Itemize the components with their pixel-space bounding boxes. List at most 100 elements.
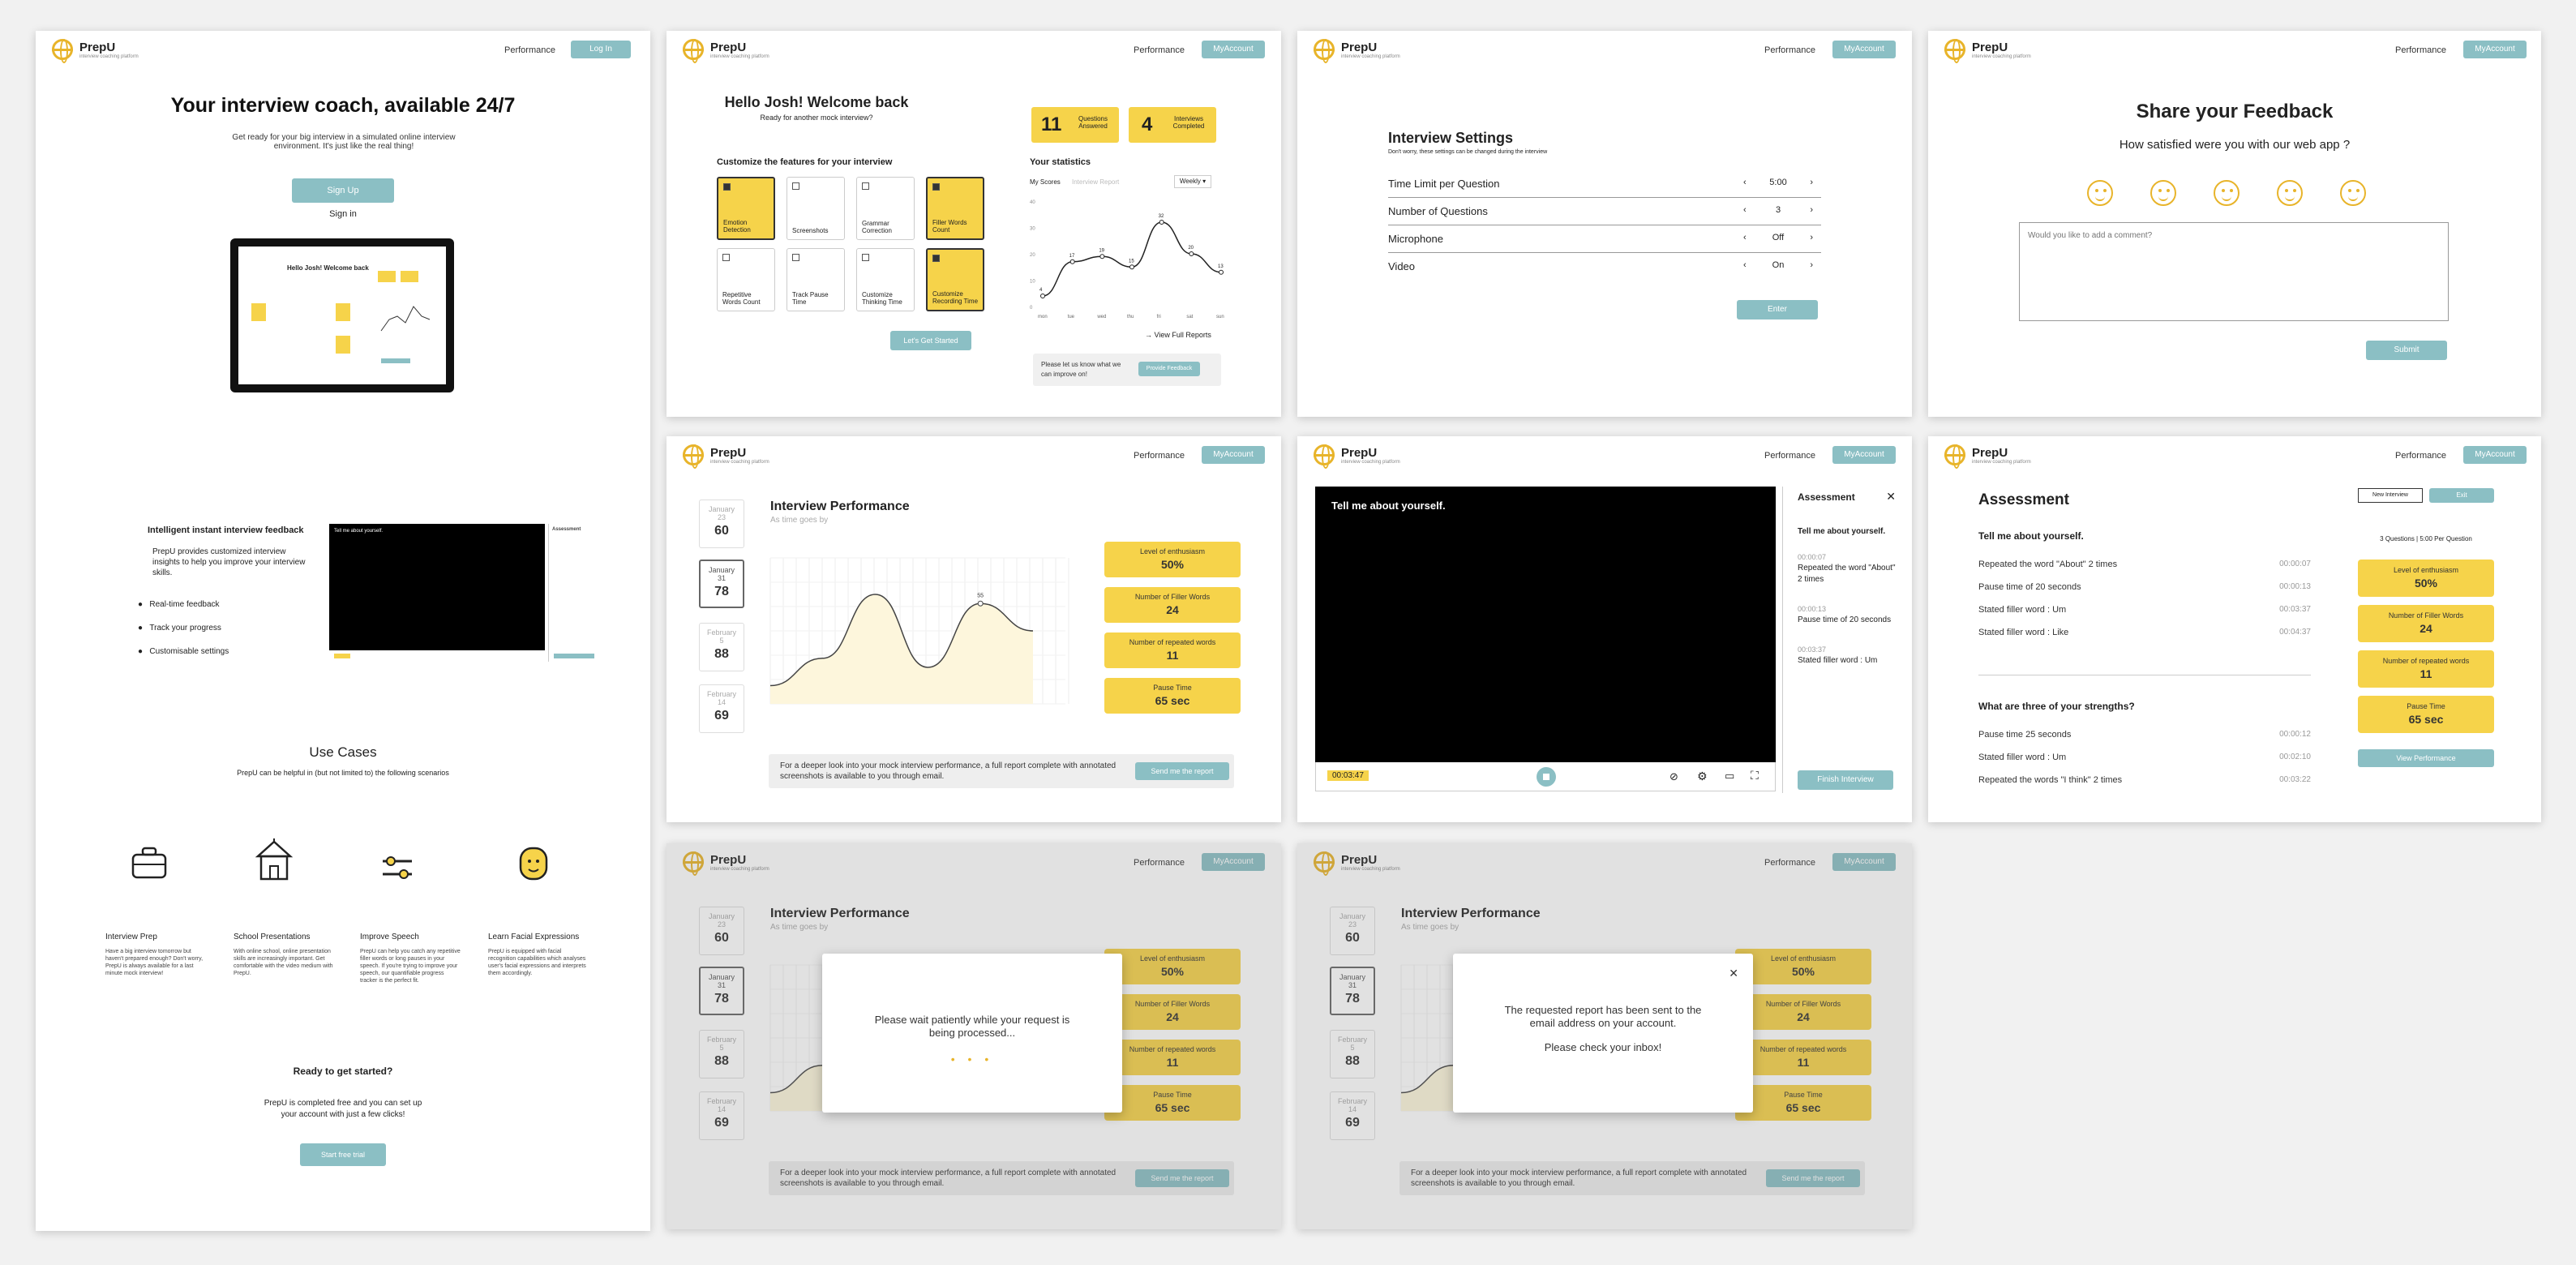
very-satisfied-icon[interactable] <box>2340 180 2366 206</box>
chevron-left-icon[interactable]: ‹ <box>1743 178 1747 187</box>
logo[interactable]: PrepU interview coaching platform <box>1314 39 1400 63</box>
nav-performance[interactable]: Performance <box>1134 858 1185 868</box>
feature-thinking[interactable]: Customize Thinking Time <box>856 248 915 311</box>
satisfied-icon[interactable] <box>2277 180 2303 206</box>
my-account-button[interactable]: MyAccount <box>2463 41 2527 58</box>
date-card[interactable]: February 14 69 <box>699 684 744 733</box>
date-card-selected[interactable]: January 31 78 <box>699 967 744 1015</box>
my-account-button[interactable]: MyAccount <box>2463 446 2527 464</box>
start-trial-button[interactable]: Start free trial <box>300 1143 386 1166</box>
feedback-button[interactable]: Provide Feedback <box>1138 362 1200 376</box>
checkbox[interactable] <box>792 182 799 190</box>
checkbox[interactable] <box>932 183 940 191</box>
nav-performance[interactable]: Performance <box>504 45 555 55</box>
chevron-right-icon[interactable]: › <box>1810 205 1813 215</box>
my-account-button[interactable]: MyAccount <box>1832 446 1896 464</box>
date-card-selected[interactable]: January 31 78 <box>1330 967 1375 1015</box>
date-card[interactable]: January 23 60 <box>699 500 744 548</box>
checkbox[interactable] <box>723 183 731 191</box>
dissatisfied-icon[interactable] <box>2150 180 2176 206</box>
logo[interactable]: PrepU interview coaching platform <box>1314 444 1400 469</box>
chevron-right-icon[interactable]: › <box>1810 260 1813 270</box>
date-card[interactable]: February 5 88 <box>699 623 744 671</box>
my-account-button[interactable]: MyAccount <box>1202 41 1265 58</box>
start-button[interactable]: Let's Get Started <box>890 331 971 350</box>
nav-performance[interactable]: Performance <box>1134 451 1185 461</box>
close-icon[interactable]: ✕ <box>1886 490 1896 504</box>
chevron-left-icon[interactable]: ‹ <box>1743 205 1747 215</box>
chevron-right-icon[interactable]: › <box>1810 233 1813 242</box>
signin-link[interactable]: Sign in <box>36 209 650 219</box>
send-report-button[interactable]: Send me the report <box>1135 1169 1229 1187</box>
brand-tagline: interview coaching platform <box>1341 866 1400 872</box>
nav-performance[interactable]: Performance <box>1764 451 1815 461</box>
very-dissatisfied-icon[interactable] <box>2087 180 2113 206</box>
logo[interactable]: PrepU interview coaching platform <box>683 39 769 63</box>
date-card[interactable]: February 5 88 <box>699 1030 744 1078</box>
my-account-button[interactable]: MyAccount <box>1202 853 1265 871</box>
feature-bullets: ● Real-time feedback ● Track your progre… <box>138 600 229 656</box>
date-card[interactable]: January 23 60 <box>699 907 744 955</box>
my-account-button[interactable]: MyAccount <box>1832 41 1896 58</box>
date-card[interactable]: February 14 69 <box>699 1091 744 1140</box>
report-note: For a deeper look into your mock intervi… <box>769 1161 1234 1195</box>
nav-performance[interactable]: Performance <box>1764 858 1815 868</box>
chevron-left-icon[interactable]: ‹ <box>1743 233 1747 242</box>
feature-screenshots[interactable]: Screenshots <box>787 177 845 240</box>
feature-emotion[interactable]: Emotion Detection <box>717 177 775 240</box>
feature-grammar[interactable]: Grammar Correction <box>856 177 915 240</box>
stop-record-button[interactable] <box>1537 767 1556 787</box>
new-interview-button[interactable]: New Interview <box>2358 488 2423 503</box>
feature-filler[interactable]: Filler Words Count <box>926 177 984 240</box>
chevron-right-icon[interactable]: › <box>1810 178 1813 187</box>
my-account-button[interactable]: MyAccount <box>1832 853 1896 871</box>
exit-button[interactable]: Exit <box>2429 488 2494 503</box>
logo[interactable]: PrepU interview coaching platform <box>52 39 139 63</box>
comment-textarea[interactable] <box>2019 222 2449 321</box>
nav-performance[interactable]: Performance <box>2395 451 2446 461</box>
logo[interactable]: PrepU interview coaching platform <box>1944 39 2031 63</box>
logo[interactable]: PrepU interview coaching platform <box>1314 851 1400 876</box>
setting-label: Video <box>1388 260 1416 272</box>
nav-performance[interactable]: Performance <box>2395 45 2446 55</box>
feature-recording[interactable]: Customize Recording Time <box>926 248 984 311</box>
nav-performance[interactable]: Performance <box>1764 45 1815 55</box>
send-report-button[interactable]: Send me the report <box>1766 1169 1860 1187</box>
date-card[interactable]: January 23 60 <box>1330 907 1375 955</box>
checkbox[interactable] <box>722 254 730 261</box>
stat-filler: Number of Filler Words 24 <box>2358 605 2494 642</box>
submit-button[interactable]: Submit <box>2366 341 2447 360</box>
feature-repetitive[interactable]: Repetitive Words Count <box>717 248 775 311</box>
checkbox[interactable] <box>862 182 869 190</box>
logo[interactable]: PrepU interview coaching platform <box>683 851 769 876</box>
period-select[interactable]: Weekly ▾ <box>1174 175 1211 188</box>
nav-performance[interactable]: Performance <box>1134 45 1185 55</box>
feature-pause[interactable]: Track Pause Time <box>787 248 845 311</box>
logo[interactable]: PrepU interview coaching platform <box>683 444 769 469</box>
date-card[interactable]: February 14 69 <box>1330 1091 1375 1140</box>
date-card[interactable]: February 5 88 <box>1330 1030 1375 1078</box>
chat-icon[interactable]: ▭ <box>1725 770 1734 783</box>
fullscreen-icon[interactable]: ⛶ <box>1751 769 1759 783</box>
enter-button[interactable]: Enter <box>1737 300 1818 319</box>
date-score: 69 <box>714 1116 729 1130</box>
checkbox[interactable] <box>792 254 799 261</box>
settings-gear-icon[interactable]: ⚙ <box>1697 770 1708 783</box>
login-button[interactable]: Log In <box>571 41 631 58</box>
send-report-button[interactable]: Send me the report <box>1135 762 1229 780</box>
neutral-icon[interactable] <box>2214 180 2240 206</box>
date-card-selected[interactable]: January 31 78 <box>699 560 744 608</box>
tab-reports[interactable]: Interview Report <box>1072 178 1119 186</box>
view-performance-button[interactable]: View Performance <box>2358 749 2494 767</box>
checkbox[interactable] <box>862 254 869 261</box>
signup-button[interactable]: Sign Up <box>292 178 394 203</box>
tab-scores[interactable]: My Scores <box>1030 178 1061 186</box>
checkbox[interactable] <box>932 255 940 262</box>
my-account-button[interactable]: MyAccount <box>1202 446 1265 464</box>
chevron-left-icon[interactable]: ‹ <box>1743 260 1747 270</box>
close-icon[interactable]: ✕ <box>1729 967 1738 980</box>
camera-off-icon[interactable]: ⊘ <box>1669 770 1678 783</box>
view-full-reports-link[interactable]: → View Full Reports <box>1145 331 1211 339</box>
logo[interactable]: PrepU interview coaching platform <box>1944 444 2031 469</box>
finish-interview-button[interactable]: Finish Interview <box>1798 770 1893 790</box>
